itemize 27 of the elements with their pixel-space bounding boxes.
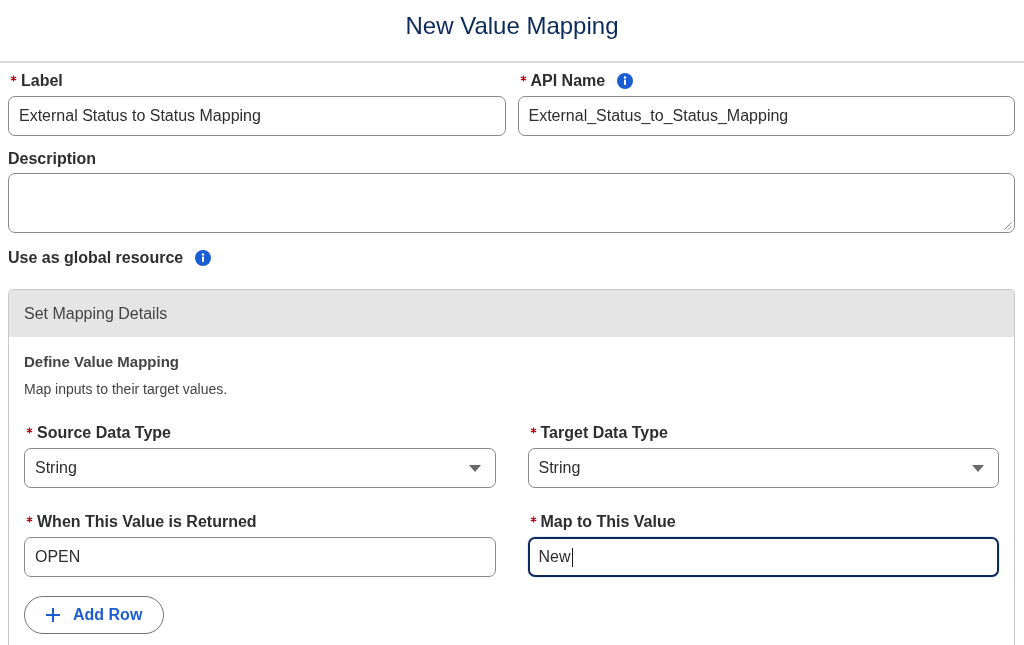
field-label: API Name (530, 71, 606, 91)
text-field[interactable]: External Status to Status Mapping (8, 96, 506, 136)
field-label: Map to This Value (540, 512, 676, 532)
select-field[interactable]: String (527, 448, 999, 488)
field-label: Description (8, 149, 96, 169)
section-description: Map inputs to their target values. (24, 380, 228, 399)
field-label: Source Data Type (37, 423, 171, 443)
option-label: Use as global resource (8, 248, 184, 268)
text-field[interactable]: OPEN (24, 537, 496, 577)
section-title: Define Value Mapping (24, 352, 180, 372)
field-label: When This Value is Returned (37, 512, 257, 532)
select-field[interactable]: String (24, 448, 496, 488)
caret-down-icon (972, 464, 984, 472)
field-label: Target Data Type (540, 423, 668, 443)
textarea-field[interactable] (8, 173, 1015, 233)
panel-title: Set Mapping Details (24, 303, 168, 324)
resize-grip-icon[interactable] (1004, 222, 1012, 230)
text-field[interactable]: New (527, 537, 999, 577)
field-label: Label (21, 71, 63, 91)
dialog-title: New Value Mapping (405, 10, 619, 41)
add-row-button[interactable]: Add Row (24, 596, 165, 634)
info-icon[interactable] (617, 73, 634, 89)
text-field[interactable]: External_Status_to_Status_Mapping (517, 96, 1015, 136)
info-icon[interactable] (195, 250, 212, 266)
caret-down-icon (468, 464, 481, 472)
plus-icon (46, 608, 60, 622)
text-cursor (571, 547, 573, 567)
